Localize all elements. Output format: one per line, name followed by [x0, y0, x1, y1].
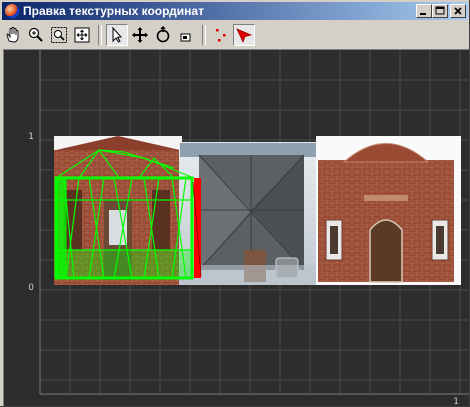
title-bar[interactable]: Правка текстурных координат	[2, 2, 468, 20]
minimize-icon	[420, 13, 426, 15]
uv-viewport[interactable]: 1 0 1	[3, 49, 469, 406]
texture-right-facade	[316, 136, 461, 285]
uv-editor-window: Правка текстурных координат 1 0 1	[0, 0, 470, 407]
toolbar-separator	[98, 25, 102, 45]
window-title: Правка текстурных координат	[23, 4, 204, 18]
move-icon[interactable]	[129, 24, 151, 46]
v-axis-label-zero: 0	[28, 283, 34, 293]
maximize-icon	[435, 6, 445, 15]
toolbar-separator	[202, 25, 206, 45]
minimize-button[interactable]	[416, 4, 432, 18]
uv-canvas[interactable]: 1 0 1	[4, 50, 469, 406]
hand-pan-icon[interactable]	[2, 24, 24, 46]
u-axis-label-one: 1	[453, 397, 459, 406]
zoom-icon[interactable]	[25, 24, 47, 46]
toolbar	[2, 22, 468, 48]
v-axis-label-one: 1	[28, 132, 34, 142]
app-icon	[5, 4, 19, 18]
zoom-extents-icon[interactable]	[71, 24, 93, 46]
rotate-icon[interactable]	[152, 24, 174, 46]
vertex-mode-icon[interactable]	[210, 24, 232, 46]
maximize-button[interactable]	[432, 4, 448, 18]
window-controls	[416, 4, 466, 18]
zoom-region-icon[interactable]	[48, 24, 70, 46]
scale-icon[interactable]	[175, 24, 197, 46]
close-button[interactable]	[450, 4, 466, 18]
select-arrow-icon[interactable]	[106, 24, 128, 46]
close-icon	[454, 7, 462, 15]
red-select-arrow-icon[interactable]	[233, 24, 255, 46]
